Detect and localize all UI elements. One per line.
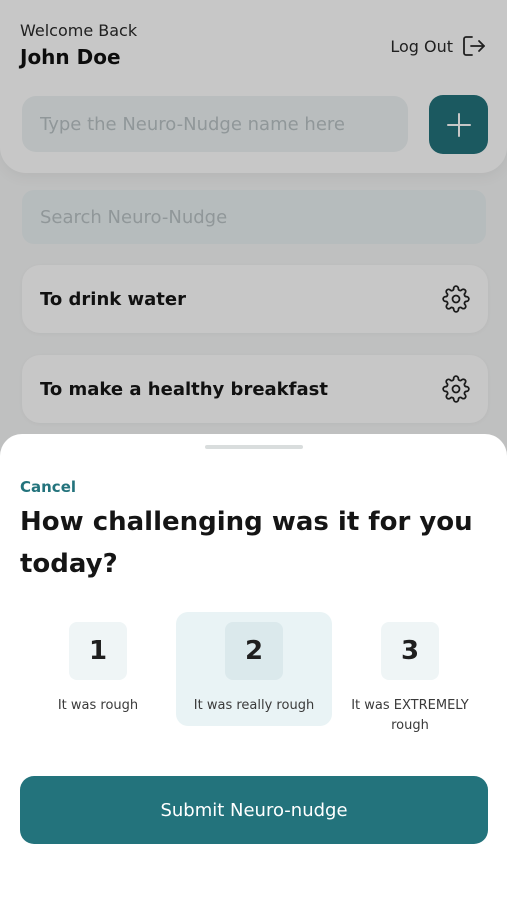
difficulty-option-label: It was really rough [193, 698, 315, 713]
difficulty-option-label: It was EXTREMELY rough [351, 698, 469, 733]
sheet-drag-handle[interactable] [205, 445, 303, 449]
difficulty-option-3[interactable]: 3 It was EXTREMELY rough [332, 612, 488, 733]
difficulty-option-1[interactable]: 1 It was rough [20, 612, 176, 726]
difficulty-option-label: It was rough [57, 698, 139, 713]
difficulty-option-value: 2 [225, 622, 283, 680]
difficulty-option-2[interactable]: 2 It was really rough [176, 612, 332, 726]
cancel-button[interactable]: Cancel [20, 478, 76, 496]
difficulty-option-value: 3 [381, 622, 439, 680]
difficulty-option-value: 1 [69, 622, 127, 680]
challenge-bottom-sheet: Cancel How challenging was it for you to… [0, 434, 507, 900]
submit-nudge-button[interactable]: Submit Neuro-nudge [20, 776, 488, 844]
sheet-question: How challenging was it for you today? [20, 507, 473, 579]
